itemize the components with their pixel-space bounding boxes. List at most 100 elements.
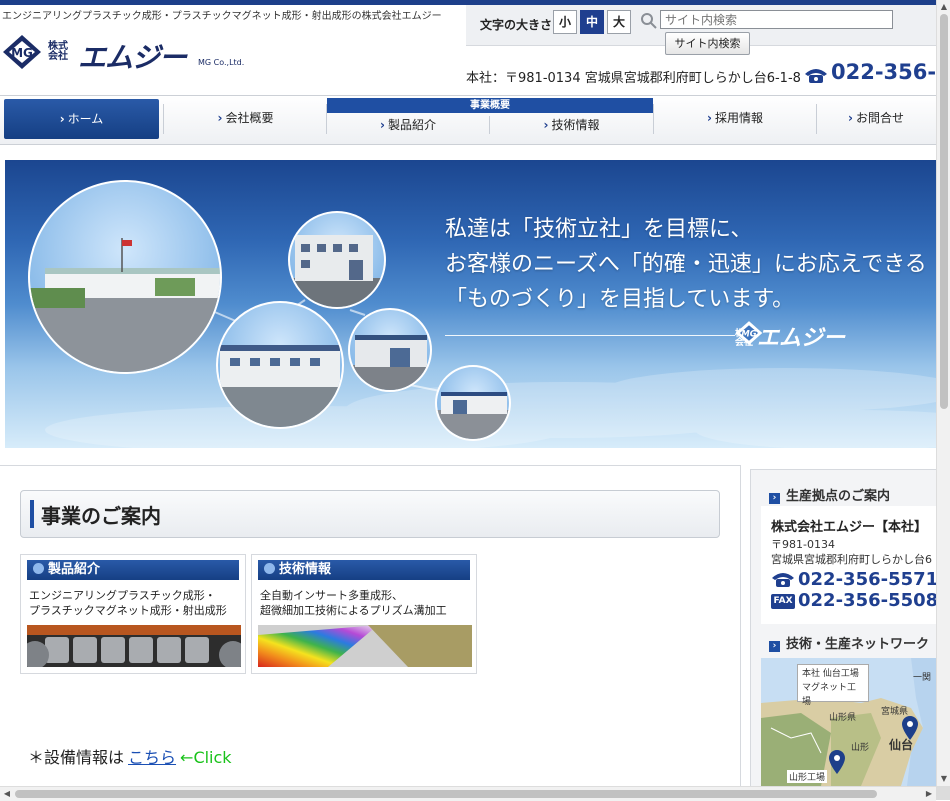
chevron-right-icon: › [217,111,223,125]
technology-card-title: 技術情報 [279,562,332,577]
scroll-up-arrow-icon[interactable]: ▲ [937,0,950,14]
sidebar-phone[interactable]: 022-356-5571 [771,569,938,590]
sidebar-postal: 〒981-0134 [771,538,835,551]
map-label-yamagata: 山形 [851,743,870,753]
nav-company-label: 会社概要 [225,111,274,125]
svg-text:MG: MG [741,329,756,339]
font-size-medium-button[interactable]: 中 [580,10,604,34]
mg-logo-icon: MG [3,35,41,69]
chevron-right-icon: › [380,118,385,132]
nav-business-header: 事業概要 [327,98,653,113]
scroll-down-arrow-icon[interactable]: ▼ [937,772,950,786]
phone-icon [805,69,827,83]
vertical-scroll-thumb[interactable] [940,14,948,409]
products-card-desc-2: プラスチックマグネット成形・射出成形 [29,604,227,617]
scroll-right-arrow-icon[interactable]: ▶ [922,787,936,801]
vertical-scrollbar[interactable]: ▲ ▼ [936,0,950,786]
map-callout-line-1: 本社 仙台工場 [802,669,859,679]
hero-message-line-1: 私達は「技術立社」を目標に、 [445,217,753,242]
products-card-desc-1: エンジニアリングプラスチック成形・ [29,589,216,602]
network-heading-label: 技術・生産ネットワーク [786,637,930,652]
header-phone[interactable]: 022-356-5 [831,60,950,84]
font-size-label: 文字の大きさ [480,18,553,32]
hero-message: 私達は「技術立社」を目標に、 お客様のニーズへ「的確・迅速」にお応えできる 「も… [445,212,927,317]
logo-subtitle: MG Co.,Ltd. [198,58,245,67]
network-map[interactable]: 本社 仙台工場 マグネット工場 宮城県 山形県 山形 仙台 一関 山形工場 [761,658,937,786]
chevron-right-icon: › [848,111,853,125]
factory-photo-1 [28,180,222,374]
logo-kaisha: 会社 [48,51,68,62]
sidebar-fax: FAX 022-356-5508 [771,590,938,611]
horizontal-scrollbar[interactable]: ◀ ▶ [0,786,936,801]
car-control-panel-photo [27,625,241,667]
sidebar-address: 宮城県宮城郡利府町しらかし台6 [771,553,932,566]
font-size-large-button[interactable]: 大 [607,10,631,34]
site-search-input[interactable] [660,10,893,29]
hero-logo: MG 株式会社エムジー [735,320,845,352]
bullet-icon [33,563,44,574]
nav-technology[interactable]: › 技術情報 [490,114,653,136]
equipment-link[interactable]: こちら [128,748,176,767]
nav-products-label: 製品紹介 [387,118,436,132]
equipment-prefix: ＊設備情報は [28,748,125,767]
map-label-ichinoseki: 一関 [913,673,932,683]
nav-contact[interactable]: › お問合せ [817,98,935,138]
nav-home-label: ホーム [67,112,104,126]
network-heading: › 技術・生産ネットワーク [769,633,929,652]
sidebar-phone-number: 022-356-5571 [798,569,938,590]
svg-text:MG: MG [11,46,33,60]
chevron-right-icon: › [543,118,549,132]
factory-photo-3 [288,211,386,309]
hero-message-line-3: 「ものづくり」を目指しています。 [445,287,795,312]
hero-divider [445,335,735,336]
section-title: 事業のご案内 [41,504,161,528]
map-label-yamagata-pref: 山形県 [829,713,857,723]
heading-accent-bar [30,500,34,528]
sidebar-company-name: 株式会社エムジー【本社】 [771,520,928,535]
equipment-info: ＊設備情報は こちら ←Click [28,744,232,768]
chevron-right-icon: › [707,111,712,125]
map-label-yamagata-factory: 山形工場 [787,770,828,783]
search-icon [641,13,657,29]
scroll-left-arrow-icon[interactable]: ◀ [0,787,14,801]
products-card[interactable]: 製品紹介 エンジニアリングプラスチック成形・ プラスチックマグネット成形・射出成形 [20,554,246,674]
bases-heading: › 生産拠点のご案内 [769,485,890,504]
logo-name: エムジー [78,41,187,74]
prism-rainbow-photo [258,625,472,667]
phone-icon [772,573,794,587]
products-card-title: 製品紹介 [48,562,101,577]
nav-recruit-label: 採用情報 [714,111,763,125]
header-address: 本社：〒981-0134 宮城県宮城郡利府町しらかし台6-1-8 [466,71,801,86]
sidebar: › 生産拠点のご案内 株式会社エムジー【本社】 〒981-0134 宮城県宮城郡利府… [750,469,938,787]
hero-message-line-2: お客様のニーズへ「的確・迅速」にお応えできる [445,252,927,277]
site-tagline: エンジニアリングプラスチック成形・プラスチックマグネット成形・射出成形の株式会社… [2,11,442,22]
company-logo[interactable]: MG 株式 会社 エムジー MG Co.,Ltd. [2,34,252,74]
site-search-button[interactable]: サイト内検索 [665,32,750,55]
arrow-icon: › [769,493,780,504]
nav-home[interactable]: › ホーム [4,99,159,139]
chevron-right-icon: › [59,112,65,126]
horizontal-scroll-thumb[interactable] [15,790,877,798]
global-nav: › ホーム › 会社概要 事業概要 › 製品紹介 › 技術情報 › 採用情報 › お問合せ [0,95,936,145]
font-size-small-button[interactable]: 小 [553,10,577,34]
nav-recruit[interactable]: › 採用情報 [654,98,816,138]
click-hint: ←Click [180,748,232,767]
fax-icon: FAX [771,594,795,609]
nav-contact-label: お問合せ [855,111,904,125]
arrow-icon: › [769,641,780,652]
nav-products[interactable]: › 製品紹介 [327,114,489,136]
technology-card-desc-2: 超微細加工技術によるプリズム溝加工 [260,604,447,617]
nav-company[interactable]: › 会社概要 [164,98,327,138]
map-pin-icon[interactable] [902,716,918,740]
technology-card[interactable]: 技術情報 全自動インサート多重成形、超微細加工技術によるプリズム溝加工 [251,554,477,674]
technology-card-desc-1: 全自動インサート多重成形、 [260,589,403,602]
nav-technology-label: 技術情報 [551,118,600,132]
hero-banner: 私達は「技術立社」を目標に、 お客様のニーズへ「的確・迅速」にお応えできる 「も… [5,160,936,448]
map-pin-icon[interactable] [829,750,845,774]
factory-photo-4 [348,308,432,392]
map-callout: 本社 仙台工場 マグネット工場 [797,664,869,707]
bullet-icon [264,563,275,574]
mg-logo-icon: MG [735,321,763,345]
section-heading: 事業のご案内 [20,490,720,538]
sidebar-fax-number: 022-356-5508 [798,590,938,611]
